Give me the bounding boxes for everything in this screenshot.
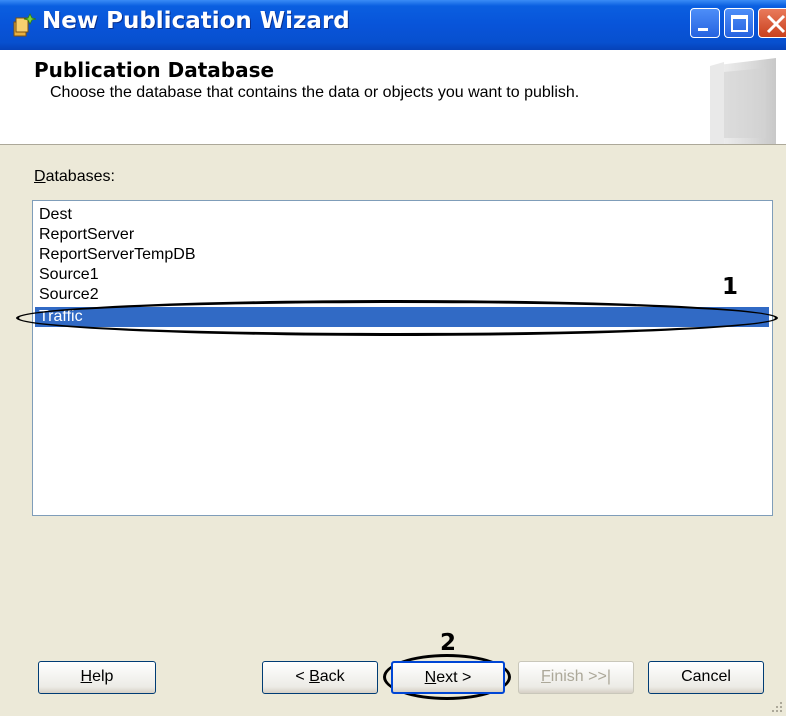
- callout-highlight-oval: [16, 300, 778, 336]
- title-bar[interactable]: New Publication Wizard: [0, 0, 786, 50]
- list-item[interactable]: ReportServer: [39, 225, 134, 245]
- minimize-button[interactable]: [690, 8, 720, 38]
- help-button[interactable]: Help: [38, 661, 156, 694]
- finish-button[interactable]: Finish >>|: [518, 661, 634, 694]
- close-button[interactable]: [758, 8, 786, 38]
- wizard-app-icon: [13, 13, 36, 37]
- list-item[interactable]: ReportServerTempDB: [39, 245, 196, 265]
- wizard-window: New Publication Wizard Publication Datab…: [0, 0, 786, 716]
- minimize-icon: [698, 28, 708, 31]
- database-icon: [710, 58, 776, 144]
- list-item[interactable]: Source2: [39, 285, 99, 305]
- databases-listbox[interactable]: Dest ReportServer ReportServerTempDB Sou…: [32, 200, 773, 516]
- next-button[interactable]: Next >: [391, 661, 505, 694]
- list-item[interactable]: Dest: [39, 205, 72, 225]
- page-subtitle: Choose the database that contains the da…: [50, 84, 580, 101]
- close-icon: [766, 14, 786, 34]
- page-title: Publication Database: [34, 58, 275, 82]
- back-button[interactable]: < Back: [262, 661, 378, 694]
- cancel-button[interactable]: Cancel: [648, 661, 764, 694]
- databases-label: Databases:: [34, 168, 115, 185]
- list-item[interactable]: Source1: [39, 265, 99, 285]
- window-title: New Publication Wizard: [42, 8, 350, 34]
- callout-number-2: 2: [440, 630, 457, 656]
- maximize-icon: [731, 15, 748, 32]
- resize-grip-icon[interactable]: [768, 700, 784, 714]
- maximize-button[interactable]: [724, 8, 754, 38]
- callout-number-1: 1: [722, 274, 739, 300]
